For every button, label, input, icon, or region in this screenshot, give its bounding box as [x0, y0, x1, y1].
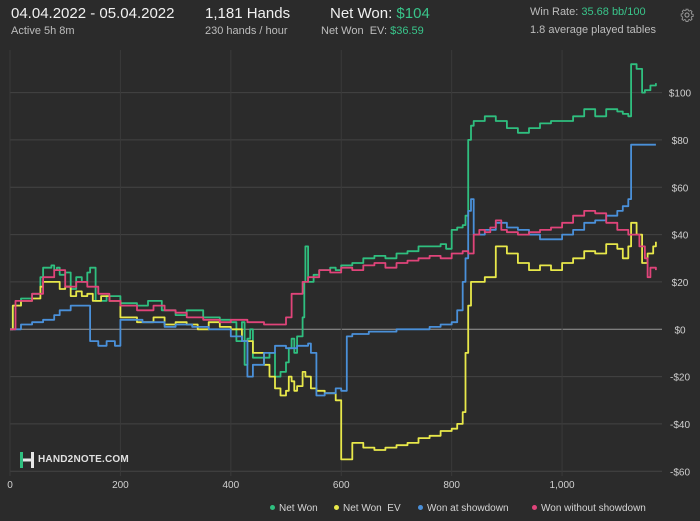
y-tick-label: $80	[672, 136, 689, 147]
series-group	[10, 63, 657, 461]
y-axis-labels: $100 $80 $60 $40 $20 $0 -$20 -$40 -$60	[669, 89, 692, 479]
legend-item[interactable]: Won at showdown	[418, 503, 509, 514]
logo-h-icon	[20, 452, 34, 468]
hand2note-logo: HAND2NOTE.COM	[20, 451, 129, 471]
legend-label: Net Won	[279, 503, 318, 514]
y-tick-label: $100	[669, 89, 692, 100]
legend-item[interactable]: Net Won EV	[334, 503, 401, 514]
y-tick-label: $40	[672, 231, 689, 242]
x-tick-label: 600	[333, 480, 350, 491]
x-tick-label: 400	[222, 480, 239, 491]
legend-swatch	[270, 504, 275, 510]
legend-label: Won without showdown	[541, 503, 646, 514]
y-tick-label: $60	[672, 183, 689, 194]
x-tick-label: 1,000	[550, 480, 575, 491]
legend-swatch	[418, 504, 423, 510]
x-tick-label: 0	[7, 480, 13, 491]
y-tick-label: -$20	[670, 373, 690, 384]
logo-text: HAND2NOTE.COM	[38, 454, 129, 465]
legend-label: Won at showdown	[427, 503, 509, 514]
x-tick-label: 200	[112, 480, 129, 491]
y-tick-label: $0	[674, 325, 686, 336]
legend-item[interactable]: Net Won	[270, 503, 318, 514]
y-tick-label: $20	[672, 278, 689, 289]
y-tick-label: -$40	[670, 420, 690, 431]
line-chart: $100 $80 $60 $40 $20 $0 -$20 -$40 -$60 0 200 400 60…	[7, 50, 692, 491]
legend-item[interactable]: Won without showdown	[532, 503, 646, 514]
y-tick-label: -$60	[670, 467, 690, 478]
x-axis-labels: 0 200 400 600 800 1,000	[7, 480, 575, 491]
legend: Net Won Net Won EV Won at showdown Won with…	[0, 503, 700, 519]
legend-swatch	[532, 504, 537, 510]
x-tick-label: 800	[443, 480, 460, 491]
legend-swatch	[334, 504, 339, 510]
legend-label: Net Won EV	[343, 503, 401, 514]
